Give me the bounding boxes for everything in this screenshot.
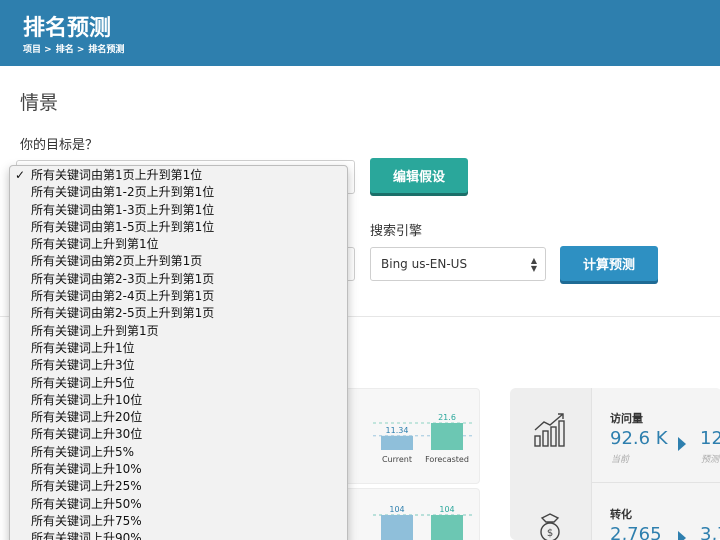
- arrow-right-icon: [678, 437, 686, 451]
- goal-option-label: 所有关键词由第2-3页上升到第1页: [31, 271, 215, 286]
- money-bag-icon: $: [540, 513, 560, 540]
- visits-label: 访问量: [610, 412, 643, 425]
- select-arrows-icon: ▲▼: [530, 256, 537, 273]
- goal-option[interactable]: 所有关键词上升10%: [10, 461, 347, 478]
- goal-dropdown-menu[interactable]: ✓ 所有关键词由第1页上升到第1位 所有关键词由第1-2页上升到第1位 所有关键词由第…: [9, 165, 348, 540]
- page-header: 排名预测 项目 > 排名 > 排名预测: [0, 0, 720, 66]
- goal-option-label: 所有关键词上升25%: [31, 479, 142, 494]
- page-title: 排名预测: [23, 16, 112, 41]
- goal-option-label: 所有关键词上升30位: [31, 427, 143, 442]
- goal-option[interactable]: 所有关键词上升到第1位: [10, 236, 347, 253]
- bar-forecasted: [431, 423, 463, 450]
- goal-option-label: 所有关键词上升90%: [31, 531, 142, 540]
- goal-option-label: 所有关键词上升5%: [31, 444, 135, 459]
- data-label: 11.34: [386, 426, 409, 435]
- conversions-forecast-value: 3,7: [700, 524, 720, 540]
- goal-option-label: 所有关键词上升10%: [31, 462, 142, 477]
- goal-option[interactable]: ✓ 所有关键词由第1页上升到第1位: [10, 167, 347, 184]
- goal-label: 你的目标是？: [20, 138, 99, 153]
- data-label: 104: [439, 505, 454, 514]
- goal-option-label: 所有关键词上升75%: [31, 513, 142, 528]
- svg-text:$: $: [547, 528, 553, 539]
- goal-option[interactable]: 所有关键词由第2页上升到第1页: [10, 253, 347, 270]
- goal-option[interactable]: 所有关键词上升90%: [10, 530, 347, 540]
- visits-forecast-value: 12: [700, 428, 720, 449]
- engine-select[interactable]: Bing us-EN-US ▲ ▼: [370, 247, 546, 281]
- goal-option[interactable]: 所有关键词由第2-3页上升到第1页: [10, 271, 347, 288]
- goal-option-label: 所有关键词由第1-2页上升到第1位: [31, 185, 215, 200]
- arrow-right-icon: [678, 531, 686, 540]
- goal-option-label: 所有关键词上升5位: [31, 375, 135, 390]
- bar-current: [381, 435, 413, 450]
- breadcrumb-rankings[interactable]: 排名 >: [56, 42, 85, 55]
- goal-options-list: ✓ 所有关键词由第1页上升到第1位 所有关键词由第1-2页上升到第1位 所有关键词由第…: [10, 166, 347, 540]
- conversions-current-value: 2,765: [610, 524, 662, 540]
- goal-option[interactable]: 所有关键词由第2-4页上升到第1页: [10, 288, 347, 305]
- conversions-label: 转化: [610, 508, 632, 521]
- edit-assumptions-button[interactable]: 编辑假设: [370, 158, 468, 193]
- goal-option-label: 所有关键词上升3位: [31, 358, 135, 373]
- visits-bar-chart: 11.34 Current 21.6 Forecasted: [373, 413, 473, 464]
- goal-option[interactable]: 所有关键词上升1位: [10, 340, 347, 357]
- scenario-title: 情景: [20, 92, 59, 114]
- category-label: Current: [382, 455, 412, 464]
- goal-option[interactable]: 所有关键词上升25%: [10, 478, 347, 495]
- data-label: 104: [389, 505, 404, 514]
- data-label: 21.6: [438, 413, 456, 422]
- goal-option-label: 所有关键词上升50%: [31, 496, 142, 511]
- calculate-forecast-button[interactable]: 计算预测: [560, 246, 658, 281]
- metric-icon-column: $: [510, 388, 592, 540]
- goal-option-label: 所有关键词由第2页上升到第1页: [31, 254, 203, 269]
- goal-option-label: 所有关键词上升到第1位: [31, 237, 159, 252]
- goal-option-label: 所有关键词由第2-5页上升到第1页: [31, 306, 215, 321]
- goal-option-label: 所有关键词由第2-4页上升到第1页: [31, 289, 215, 304]
- conversions-bar-chart: 104 104: [373, 505, 473, 540]
- goal-option[interactable]: 所有关键词上升10位: [10, 392, 347, 409]
- goal-option[interactable]: 所有关键词上升5%: [10, 444, 347, 461]
- visits-forecast-sub: 预测: [701, 455, 720, 465]
- goal-option-label: 所有关键词上升1位: [31, 340, 135, 355]
- bar-forecasted: [431, 515, 463, 540]
- goal-option-label: 所有关键词上升10位: [31, 392, 143, 407]
- goal-option-label: 所有关键词由第1-5页上升到第1位: [31, 219, 215, 234]
- engine-label: 搜索引擎: [370, 224, 423, 239]
- goal-option[interactable]: 所有关键词上升3位: [10, 357, 347, 374]
- breadcrumb-forecast: 排名预测: [88, 45, 125, 55]
- goal-option[interactable]: 所有关键词上升30位: [10, 426, 347, 443]
- goal-option[interactable]: 所有关键词上升到第1页: [10, 323, 347, 340]
- category-label: Forecasted: [425, 455, 469, 464]
- goal-option-label: 所有关键词上升到第1页: [31, 323, 159, 338]
- visits-current-sub: 当前: [611, 455, 630, 465]
- metrics-card: $ 访问量 92.6 K 当前 12 预测 转化 2,765 3,7: [510, 388, 720, 540]
- goal-option-label: 所有关键词由第1-3页上升到第1位: [31, 202, 215, 217]
- goal-option[interactable]: 所有关键词上升5位: [10, 375, 347, 392]
- goal-option[interactable]: 所有关键词由第1-2页上升到第1位: [10, 184, 347, 201]
- bar-current: [381, 515, 413, 540]
- goal-option-label: 所有关键词由第1页上升到第1位: [31, 168, 203, 182]
- goal-option[interactable]: 所有关键词由第1-3页上升到第1位: [10, 202, 347, 219]
- growth-chart-icon: [534, 413, 565, 447]
- goal-option[interactable]: 所有关键词由第1-5页上升到第1位: [10, 219, 347, 236]
- goal-option[interactable]: 所有关键词上升20位: [10, 409, 347, 426]
- engine-select-value: Bing us-EN-US: [381, 257, 468, 271]
- breadcrumb-projects[interactable]: 项目 >: [23, 42, 52, 55]
- goal-option-label: 所有关键词上升20位: [31, 410, 143, 425]
- goal-option[interactable]: 所有关键词由第2-5页上升到第1页: [10, 305, 347, 322]
- goal-option[interactable]: 所有关键词上升50%: [10, 496, 347, 513]
- visits-current-value: 92.6 K: [610, 428, 668, 449]
- metric-divider: [592, 482, 720, 483]
- checkmark-icon: ✓: [15, 168, 26, 182]
- goal-option[interactable]: 所有关键词上升75%: [10, 513, 347, 530]
- breadcrumb: 项目 > 排名 > 排名预测: [23, 42, 124, 55]
